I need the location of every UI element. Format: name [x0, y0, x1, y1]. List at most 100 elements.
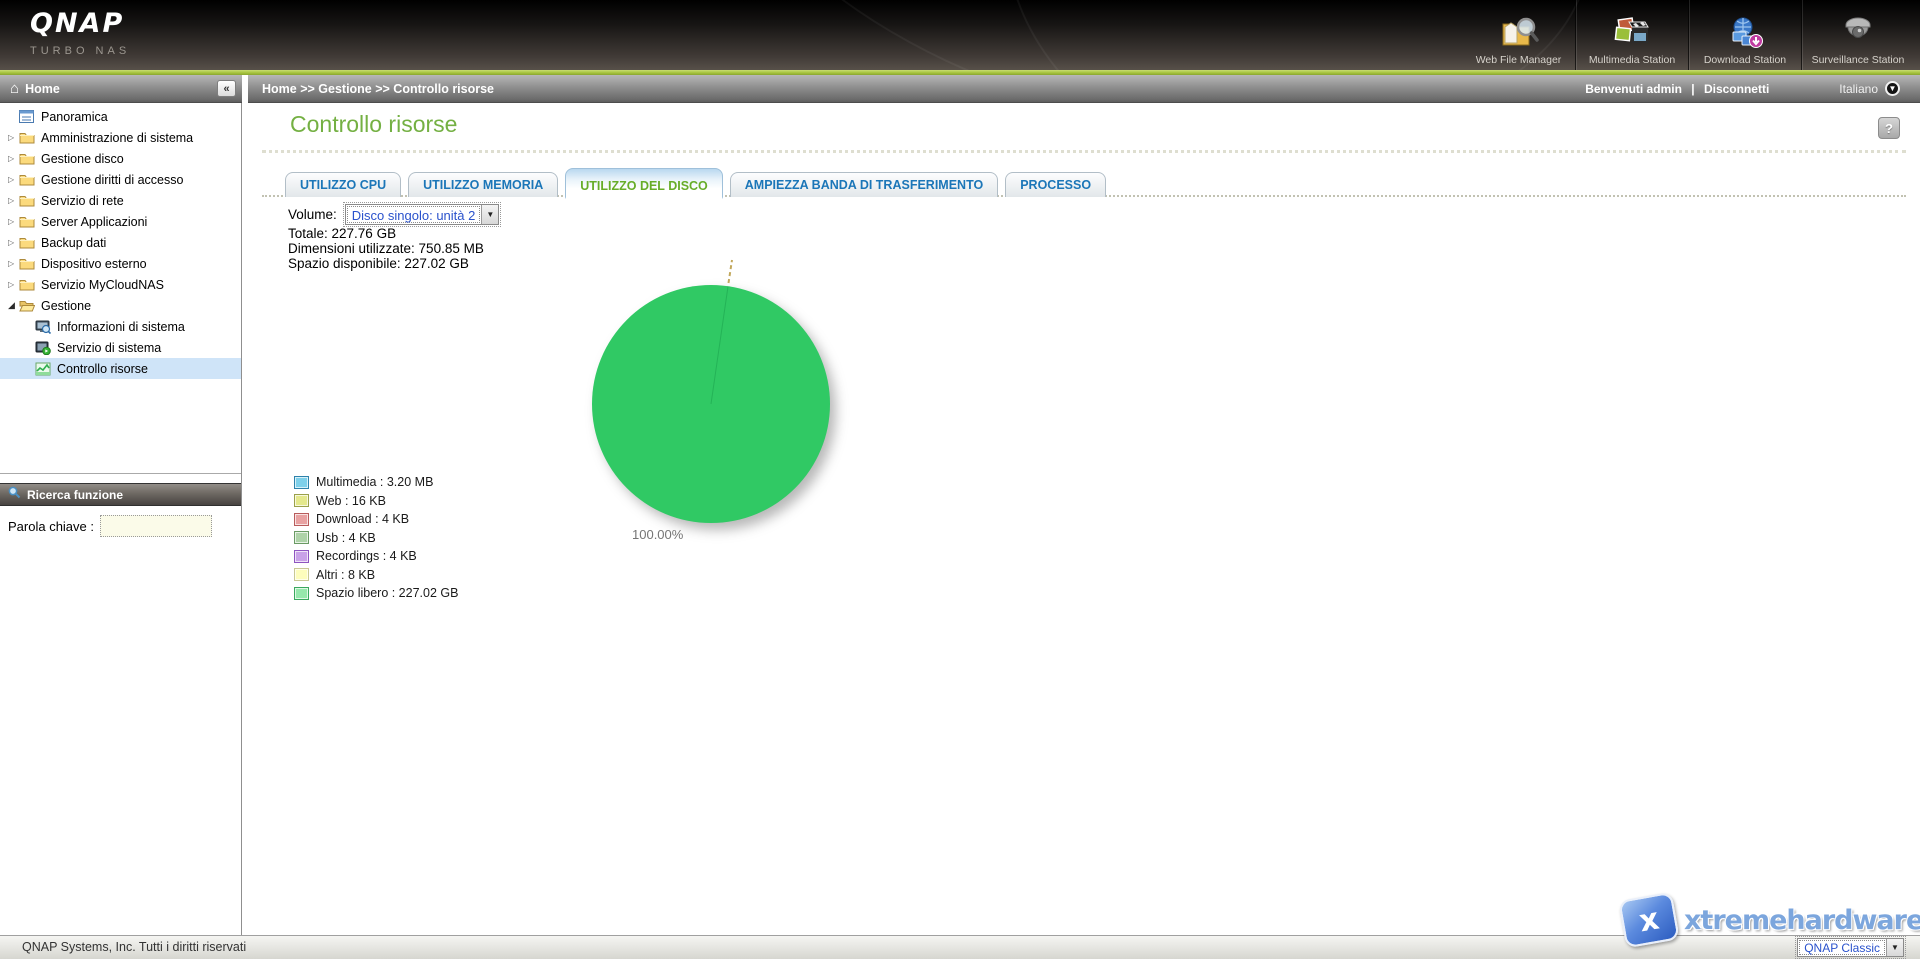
- tab-utilizzo-cpu[interactable]: UTILIZZO CPU: [285, 172, 401, 197]
- folder-icon: [19, 131, 36, 144]
- volume-select-value: Disco singolo: unità 2: [347, 206, 481, 223]
- tree-item-gestione-diritti-di-accesso[interactable]: ▷ Gestione diritti di accesso: [0, 169, 241, 190]
- search-panel-header: Ricerca funzione: [0, 483, 241, 506]
- sidebar-collapse-button[interactable]: «: [217, 80, 236, 97]
- language-selector[interactable]: Italiano ▼: [1839, 81, 1900, 96]
- web-file-manager-button[interactable]: Web File Manager: [1462, 0, 1575, 70]
- tree-item-informazioni-di-sistema[interactable]: Informazioni di sistema: [0, 316, 241, 337]
- tab-utilizzo-del-disco[interactable]: UTILIZZO DEL DISCO: [565, 168, 723, 199]
- legend-item: Spazio libero : 227.02 GB: [294, 584, 458, 603]
- top-header: QNAP TURBO NAS Web File Manager: [0, 0, 1920, 70]
- station-label: Web File Manager: [1476, 54, 1562, 66]
- station-label: Download Station: [1704, 54, 1786, 66]
- language-label: Italiano: [1839, 82, 1878, 96]
- navigation-tree: Panoramica ▷ Amministrazione di sistema …: [0, 106, 241, 474]
- tree-item-label: Server Applicazioni: [41, 215, 147, 229]
- tree-item-label: Servizio MyCloudNAS: [41, 278, 164, 292]
- folder-icon: [19, 194, 36, 207]
- welcome-user: Benvenuti admin: [1585, 82, 1682, 96]
- tree-item-label: Informazioni di sistema: [57, 320, 185, 334]
- legend-swatch: [294, 476, 309, 489]
- tree-item-backup-dati[interactable]: ▷ Backup dati: [0, 232, 241, 253]
- search-icon: [8, 486, 21, 504]
- legend-item: Multimedia : 3.20 MB: [294, 473, 458, 492]
- multimedia-station-button[interactable]: Multimedia Station: [1575, 0, 1688, 70]
- breadcrumb-bar: Home >> Gestione >> Controllo risorse Be…: [248, 75, 1920, 103]
- sidebar-header: ⌂ Home «: [0, 75, 242, 103]
- expand-arrow-icon[interactable]: ▷: [8, 133, 19, 142]
- chevron-down-icon[interactable]: ▼: [481, 205, 498, 224]
- tree-item-servizio-di-sistema[interactable]: Servizio di sistema: [0, 337, 241, 358]
- folder-icon: [19, 173, 36, 186]
- tree-item-gestione-disco[interactable]: ▷ Gestione disco: [0, 148, 241, 169]
- expand-arrow-icon[interactable]: ▷: [8, 175, 19, 184]
- station-label: Surveillance Station: [1812, 54, 1905, 66]
- legend-swatch: [294, 550, 309, 563]
- xtremehardware-logo-text: xtremehardware.it: [1684, 905, 1920, 936]
- legend-swatch: [294, 513, 309, 526]
- disk-usage-pie-chart: [571, 255, 851, 555]
- web-file-manager-icon: [1499, 15, 1539, 51]
- expand-arrow-icon[interactable]: ▷: [8, 217, 19, 226]
- xtremehardware-watermark: x xtremehardware.it: [1622, 896, 1920, 944]
- used-size-text: Dimensioni utilizzate: 750.85 MB: [288, 241, 484, 256]
- station-label: Multimedia Station: [1589, 54, 1675, 66]
- collapse-arrow-icon[interactable]: ◢: [8, 300, 19, 311]
- legend-swatch: [294, 587, 309, 600]
- tree-item-gestione[interactable]: ◢ Gestione: [0, 295, 241, 316]
- overview-icon: [19, 110, 36, 123]
- tree-item-label: Panoramica: [41, 110, 108, 124]
- surveillance-station-icon: [1838, 15, 1878, 51]
- sub-bars: ⌂ Home « Home >> Gestione >> Controllo r…: [0, 75, 1920, 103]
- tree-item-label: Gestione disco: [41, 152, 124, 166]
- download-station-button[interactable]: Download Station: [1688, 0, 1801, 70]
- station-launcher-bar: Web File Manager Multimedia Station: [1462, 0, 1914, 70]
- expand-arrow-icon[interactable]: ▷: [8, 196, 19, 205]
- tree-item-controllo-risorse[interactable]: Controllo risorse: [0, 358, 241, 379]
- legend-item: Web : 16 KB: [294, 492, 458, 511]
- tree-item-label: Gestione diritti di accesso: [41, 173, 183, 187]
- tree-item-panoramica[interactable]: Panoramica: [0, 106, 241, 127]
- legend-item: Recordings : 4 KB: [294, 547, 458, 566]
- multimedia-station-icon: [1612, 15, 1652, 51]
- system-service-icon: [35, 341, 52, 355]
- legend-item: Altri : 8 KB: [294, 566, 458, 585]
- folder-icon: [19, 215, 36, 228]
- expand-arrow-icon[interactable]: ▷: [8, 154, 19, 163]
- pie-callout-line: [729, 260, 733, 283]
- tree-item-dispositivo-esterno[interactable]: ▷ Dispositivo esterno: [0, 253, 241, 274]
- tree-item-servizio-mycloudnas[interactable]: ▷ Servizio MyCloudNAS: [0, 274, 241, 295]
- tab-processo[interactable]: PROCESSO: [1005, 172, 1106, 197]
- tab-ampiezza-banda[interactable]: AMPIEZZA BANDA DI TRASFERIMENTO: [730, 172, 998, 197]
- tree-item-label: Gestione: [41, 299, 91, 313]
- tree-item-label: Controllo risorse: [57, 362, 148, 376]
- keyword-input[interactable]: [100, 515, 212, 537]
- tab-strip: UTILIZZO CPU UTILIZZO MEMORIA UTILIZZO D…: [248, 163, 1920, 197]
- surveillance-station-button[interactable]: Surveillance Station: [1801, 0, 1914, 70]
- chevron-down-icon: ▼: [1885, 81, 1900, 96]
- resource-monitor-icon: [35, 362, 52, 376]
- tree-item-label: Amministrazione di sistema: [41, 131, 193, 145]
- tree-item-amministrazione-di-sistema[interactable]: ▷ Amministrazione di sistema: [0, 127, 241, 148]
- expand-arrow-icon[interactable]: ▷: [8, 280, 19, 289]
- qnap-admin-page: QNAP TURBO NAS Web File Manager: [0, 0, 1920, 959]
- tree-item-label: Dispositivo esterno: [41, 257, 147, 271]
- expand-arrow-icon[interactable]: ▷: [8, 259, 19, 268]
- legend-swatch: [294, 568, 309, 581]
- tree-item-server-applicazioni[interactable]: ▷ Server Applicazioni: [0, 211, 241, 232]
- folder-icon: [19, 152, 36, 165]
- breadcrumb: Home >> Gestione >> Controllo risorse: [262, 82, 1585, 96]
- help-button[interactable]: ?: [1878, 117, 1900, 139]
- tab-utilizzo-memoria[interactable]: UTILIZZO MEMORIA: [408, 172, 558, 197]
- logout-link[interactable]: Disconnetti: [1704, 82, 1769, 96]
- expand-arrow-icon[interactable]: ▷: [8, 238, 19, 247]
- legend-swatch: [294, 531, 309, 544]
- chart-legend: Multimedia : 3.20 MB Web : 16 KB Downloa…: [294, 473, 458, 603]
- tree-item-label: Servizio di sistema: [57, 341, 161, 355]
- qnap-logo-text: QNAP: [30, 8, 130, 39]
- tree-item-label: Backup dati: [41, 236, 106, 250]
- volume-select[interactable]: Disco singolo: unità 2 ▼: [345, 204, 500, 225]
- volume-row: Volume: Disco singolo: unità 2 ▼: [288, 204, 499, 225]
- tree-item-servizio-di-rete[interactable]: ▷ Servizio di rete: [0, 190, 241, 211]
- legend-item: Usb : 4 KB: [294, 529, 458, 548]
